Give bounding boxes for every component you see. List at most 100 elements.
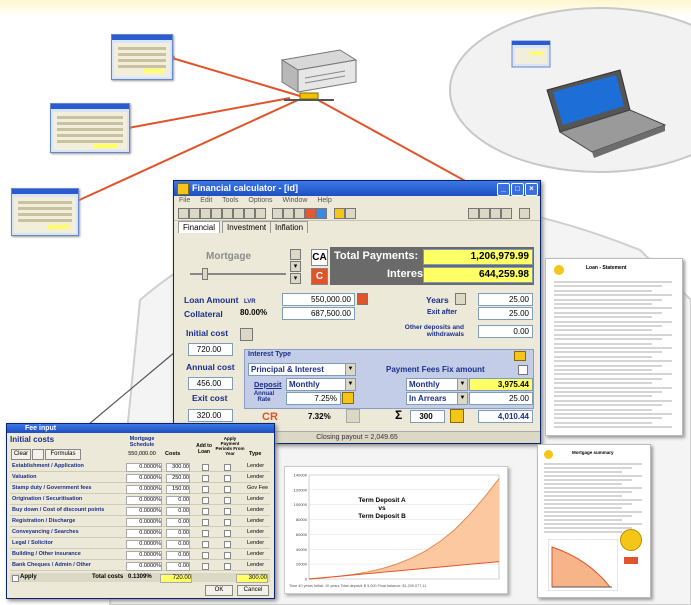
add-to-loan-checkbox[interactable]: [202, 464, 209, 471]
cost-amount-input[interactable]: 0.00: [166, 529, 190, 538]
rate-calc-icon[interactable]: [342, 392, 354, 404]
apply-periodic-checkbox[interactable]: [224, 563, 231, 570]
new-icon[interactable]: [178, 208, 189, 219]
folder-icon[interactable]: [334, 208, 345, 219]
cost-amount-input[interactable]: 0.00: [166, 518, 190, 527]
add-to-loan-checkbox[interactable]: [202, 508, 209, 515]
flag-icon[interactable]: [305, 208, 316, 219]
annual-rate-input[interactable]: 7.25%: [286, 392, 341, 405]
tab-financial[interactable]: Financial: [178, 221, 221, 233]
cost-pct-input[interactable]: 0.0000%: [126, 507, 162, 516]
years-calc-icon[interactable]: [455, 293, 466, 305]
tab-inflation[interactable]: Inflation: [270, 221, 309, 233]
maximize-button[interactable]: □: [511, 183, 524, 196]
close-doc-icon[interactable]: [519, 208, 530, 219]
cost-amount-input[interactable]: 0.00: [166, 551, 190, 560]
apply-periodic-checkbox[interactable]: [224, 508, 231, 515]
sigma-icon[interactable]: Σ: [395, 408, 402, 422]
table-icon[interactable]: [294, 208, 305, 219]
fix-amount-checkbox[interactable]: [518, 365, 528, 375]
deposit-label[interactable]: Deposit: [254, 380, 282, 389]
window-tile-icon[interactable]: [468, 208, 479, 219]
cost-pct-input[interactable]: 0.0000%: [126, 518, 162, 527]
spin-up-icon[interactable]: ▾: [290, 261, 301, 272]
minimize-button[interactable]: _: [497, 183, 510, 196]
cost-edit-icon[interactable]: [240, 328, 253, 341]
interest-type-select[interactable]: Principal & Interest ▼: [248, 363, 356, 376]
help-icon[interactable]: [490, 208, 501, 219]
open-icon[interactable]: [189, 208, 200, 219]
apply-periodic-checkbox[interactable]: [224, 475, 231, 482]
apply-periodic-checkbox[interactable]: [224, 497, 231, 504]
cost-pct-input[interactable]: 0.0000%: [126, 551, 162, 560]
apply-periodic-checkbox[interactable]: [224, 464, 231, 471]
clear-button[interactable]: Clear: [11, 449, 31, 460]
cost-amount-input[interactable]: 250.00: [166, 474, 190, 483]
loan-calc-icon[interactable]: [357, 293, 368, 305]
add-to-loan-checkbox[interactable]: [202, 530, 209, 537]
payment-freq-select[interactable]: Monthly ▼: [406, 378, 468, 391]
apply-periodic-checkbox[interactable]: [224, 486, 231, 493]
loan-amount-input[interactable]: 550,000.00: [282, 293, 355, 306]
apply-periodic-checkbox[interactable]: [224, 530, 231, 537]
initial-cost-input[interactable]: 720.00: [188, 343, 233, 356]
cost-amount-input[interactable]: 0.00: [166, 540, 190, 549]
tab-investment[interactable]: Investment: [222, 221, 272, 233]
menu-edit[interactable]: Edit: [200, 197, 212, 204]
payment-value[interactable]: 3,975.44: [469, 378, 533, 391]
calc-icon[interactable]: [316, 208, 327, 219]
apply-periodic-checkbox[interactable]: [224, 552, 231, 559]
spin-down-icon[interactable]: ▾: [290, 273, 301, 284]
apply-checkbox[interactable]: [12, 575, 19, 582]
menu-options[interactable]: Options: [248, 197, 272, 204]
menu-help[interactable]: Help: [317, 197, 331, 204]
exit-after-input[interactable]: 25.00: [478, 307, 533, 320]
interest-type-icon[interactable]: [514, 351, 526, 361]
exit-cost-input[interactable]: 320.00: [188, 409, 233, 422]
collateral-input[interactable]: 687,500.00: [282, 307, 355, 320]
menu-tools[interactable]: Tools: [222, 197, 238, 204]
dropdown-icon[interactable]: [501, 208, 512, 219]
chart-icon[interactable]: [283, 208, 294, 219]
cost-pct-input[interactable]: 0.0000%: [126, 485, 162, 494]
cost-pct-input[interactable]: 0.0000%: [126, 540, 162, 549]
c-button[interactable]: C: [311, 268, 328, 285]
save-icon[interactable]: [200, 208, 211, 219]
menu-window[interactable]: Window: [283, 197, 308, 204]
add-to-loan-checkbox[interactable]: [202, 563, 209, 570]
formula-icon[interactable]: [32, 449, 44, 460]
in-arrears-select[interactable]: In Arrears ▼: [406, 392, 468, 405]
copy-icon[interactable]: [244, 208, 255, 219]
print-icon[interactable]: [211, 208, 222, 219]
report-icon[interactable]: [272, 208, 283, 219]
add-to-loan-checkbox[interactable]: [202, 541, 209, 548]
add-to-loan-checkbox[interactable]: [202, 486, 209, 493]
cost-pct-input[interactable]: 0.0000%: [126, 463, 162, 472]
sum-calc-icon[interactable]: [450, 409, 464, 423]
paste-icon[interactable]: [255, 208, 266, 219]
cost-amount-input[interactable]: 0.00: [166, 562, 190, 571]
in-arrears-years[interactable]: 25.00: [469, 392, 533, 405]
years-input[interactable]: 25.00: [478, 293, 533, 306]
apply-periodic-checkbox[interactable]: [224, 541, 231, 548]
cost-pct-input[interactable]: 0.0000%: [126, 529, 162, 538]
compare-icon[interactable]: [346, 409, 360, 423]
add-to-loan-checkbox[interactable]: [202, 497, 209, 504]
ca-button[interactable]: CA: [311, 249, 328, 266]
add-to-loan-checkbox[interactable]: [202, 519, 209, 526]
cost-pct-input[interactable]: 0.0000%: [126, 562, 162, 571]
close-button[interactable]: ×: [525, 183, 538, 196]
grid-icon[interactable]: [345, 208, 356, 219]
cost-amount-input[interactable]: 300.00: [166, 463, 190, 472]
menu-file[interactable]: File: [179, 197, 190, 204]
apply-periodic-checkbox[interactable]: [224, 519, 231, 526]
other-deposits-input[interactable]: 0.00: [478, 325, 533, 338]
cost-pct-input[interactable]: 0.0000%: [126, 474, 162, 483]
formulas-button[interactable]: Formulas: [45, 449, 81, 460]
cancel-button[interactable]: Cancel: [237, 585, 269, 596]
add-to-loan-checkbox[interactable]: [202, 552, 209, 559]
annual-cost-input[interactable]: 456.00: [188, 377, 233, 390]
slider-thumb[interactable]: [202, 268, 208, 280]
settings-icon[interactable]: [479, 208, 490, 219]
cost-amount-input[interactable]: 0.00: [166, 507, 190, 516]
